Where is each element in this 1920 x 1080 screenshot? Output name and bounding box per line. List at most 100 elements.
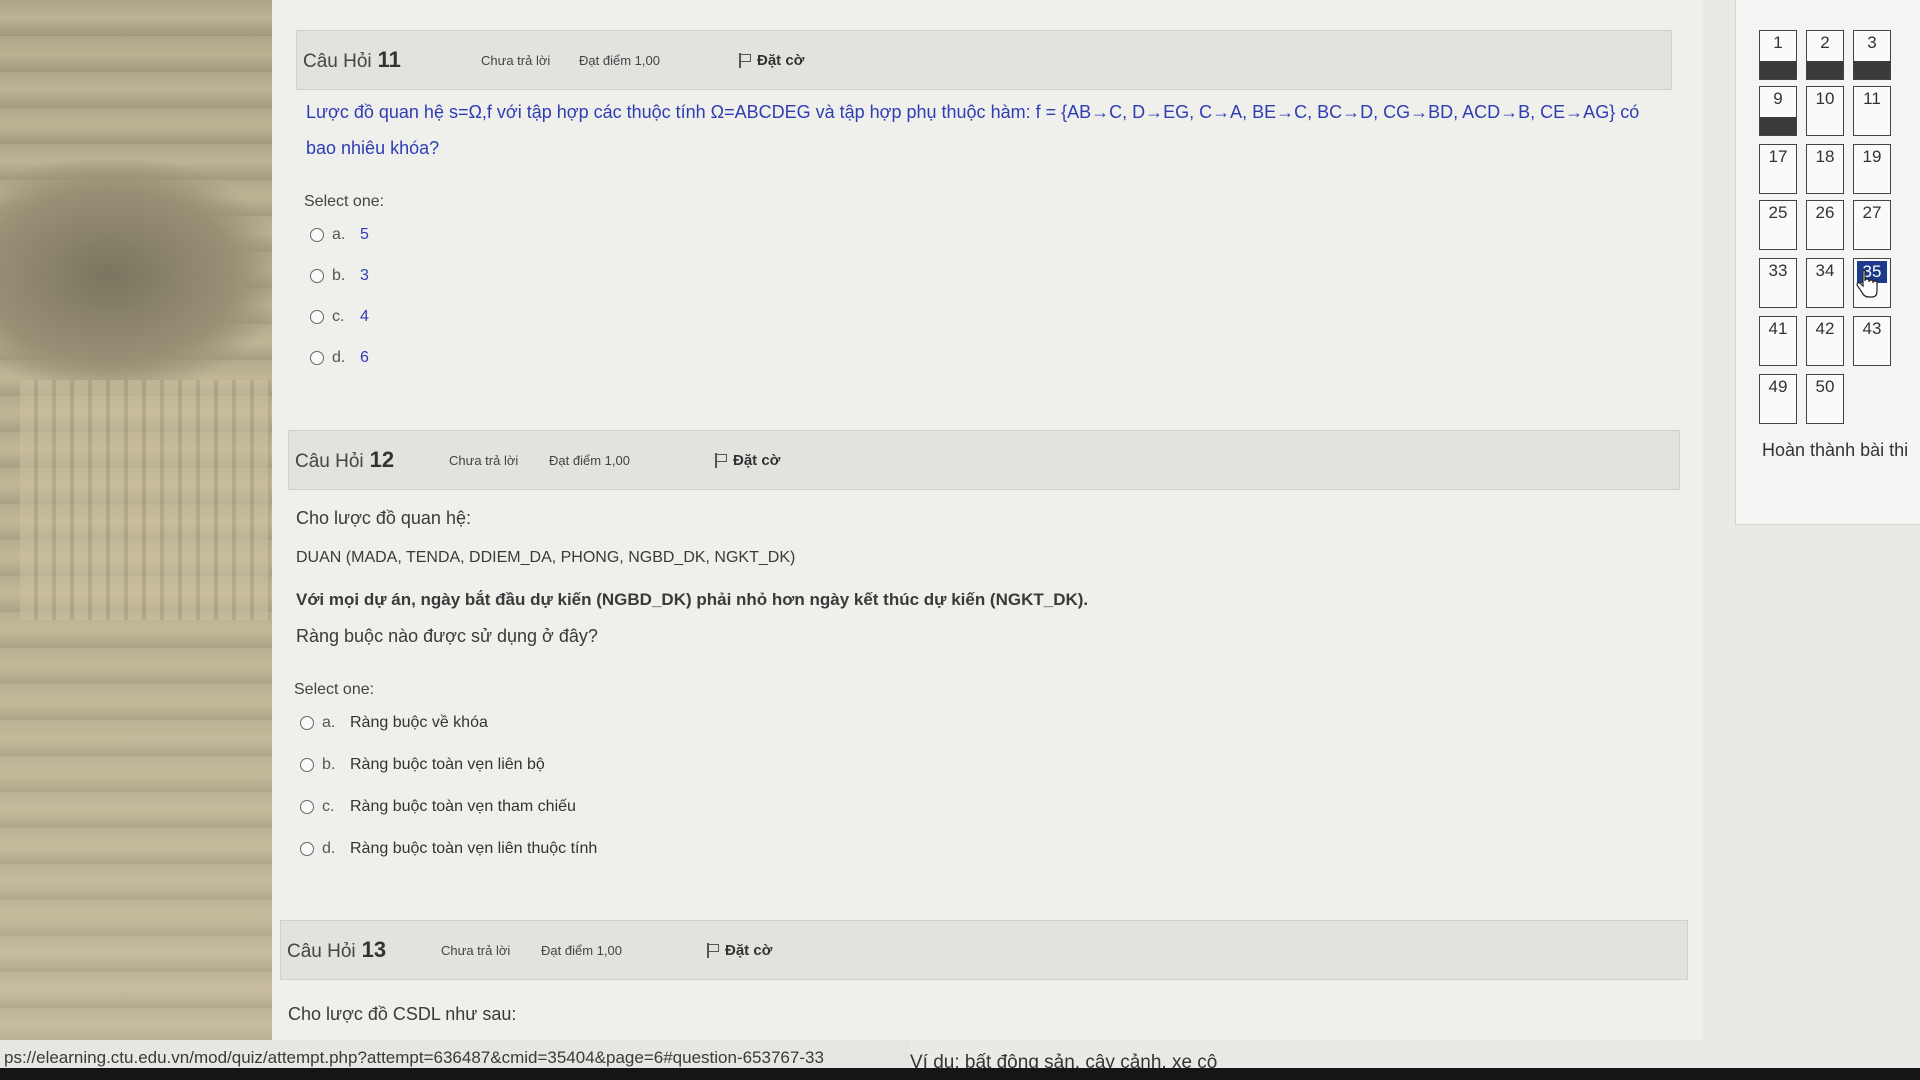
quiz-main-content: Câu Hỏi 11 Chưa trả lời Đạt điểm 1,00 Đặ… [272,0,1702,1040]
option-letter: c. [322,798,335,815]
question-12-intro: Cho lược đồ quan hệ: [296,508,471,528]
nav-question-number: 42 [1815,319,1835,338]
nav-question-10[interactable]: 10 [1806,86,1844,136]
question-status: Chưa trả lời [481,52,551,68]
flag-icon [737,52,751,68]
nav-question-number: 18 [1815,147,1835,166]
nav-question-number: 25 [1768,203,1788,222]
nav-question-number: 2 [1820,33,1830,52]
answered-indicator [1760,117,1796,135]
hand-cursor-icon [1856,270,1878,298]
radio-button[interactable] [300,716,314,730]
option-value: Ràng buộc toàn vẹn tham chiếu [350,798,576,815]
question-12-question: Ràng buộc nào được sử dụng ở đây? [296,626,598,646]
nav-question-1[interactable]: 1 [1759,30,1797,80]
nav-question-number: 11 [1863,89,1881,108]
radio-button[interactable] [310,228,324,242]
flag-question-button[interactable]: Đặt cờ [737,52,804,69]
answer-option-d[interactable]: d. 6 [310,349,369,367]
nav-question-43[interactable]: 43 [1853,316,1891,366]
answer-option-d[interactable]: d. Ràng buộc toàn vẹn liên thuộc tính [300,840,597,858]
select-one-label: Select one: [304,193,385,210]
option-value: 5 [360,226,369,243]
option-letter: d. [322,840,336,857]
question-11-text-line1: Lược đồ quan hệ s=Ω,f với tập hợp các th… [306,102,1640,122]
quiz-screen: Câu Hỏi 11 Chưa trả lời Đạt điểm 1,00 Đặ… [0,0,1920,1080]
answer-option-c[interactable]: c. 4 [310,308,369,326]
question-11-header: Câu Hỏi 11 Chưa trả lời Đạt điểm 1,00 Đặ… [296,30,1672,90]
option-letter: b. [322,756,336,773]
nav-question-9[interactable]: 9 [1759,86,1797,136]
background-tree [0,160,275,390]
question-12-header: Câu Hỏi 12 Chưa trả lời Đạt điểm 1,00 Đặ… [288,430,1680,490]
background-building [20,380,270,620]
nav-question-3[interactable]: 3 [1853,30,1891,80]
nav-question-27[interactable]: 27 [1853,200,1891,250]
nav-question-number: 41 [1768,319,1788,338]
question-status: Chưa trả lời [441,942,511,958]
question-12-title: Câu Hỏi 12 [295,447,394,473]
flag-label: Đặt cờ [733,451,781,469]
radio-button[interactable] [300,800,314,814]
question-grade: Đạt điểm 1,00 [541,942,622,958]
question-label: Câu Hỏi [303,51,372,72]
nav-question-11[interactable]: 11 [1853,86,1891,136]
nav-question-number: 49 [1768,377,1788,396]
answer-option-c[interactable]: c. Ràng buộc toàn vẹn tham chiếu [300,798,576,816]
flag-question-button[interactable]: Đặt cờ [705,942,772,959]
nav-question-42[interactable]: 42 [1806,316,1844,366]
answer-option-b[interactable]: b. 3 [310,267,369,285]
answered-indicator [1760,61,1796,79]
radio-button[interactable] [310,269,324,283]
option-letter: a. [332,226,346,243]
nav-question-49[interactable]: 49 [1759,374,1797,424]
question-number: 13 [361,937,387,962]
question-grade: Đạt điểm 1,00 [579,52,660,68]
answer-option-a[interactable]: a. 5 [310,226,369,244]
option-letter: c. [332,308,345,325]
flag-icon [705,942,719,958]
question-label: Câu Hỏi [295,451,364,472]
nav-question-25[interactable]: 25 [1759,200,1797,250]
flag-question-button[interactable]: Đặt cờ [713,452,780,469]
option-letter: d. [332,349,346,366]
nav-question-17[interactable]: 17 [1759,144,1797,194]
question-11-text-line2: bao nhiêu khóa? [306,138,440,158]
answer-option-a[interactable]: a. Ràng buộc về khóa [300,714,488,732]
question-status: Chưa trả lời [449,452,519,468]
nav-question-number: 50 [1815,377,1835,396]
nav-question-number: 33 [1768,261,1788,280]
nav-question-2[interactable]: 2 [1806,30,1844,80]
quiz-navigation-panel: 1 2 3 9 10 11 17 18 19 25 26 27 33 34 35 41 42 43 49 50 Hoà… [1735,0,1920,525]
nav-question-number: 26 [1815,203,1835,222]
screen-bezel [0,1068,1920,1080]
option-value: Ràng buộc toàn vẹn liên bộ [350,756,545,773]
nav-question-number: 43 [1862,319,1882,338]
answer-option-b[interactable]: b. Ràng buộc toàn vẹn liên bộ [300,756,545,774]
nav-question-34[interactable]: 34 [1806,258,1844,308]
radio-button[interactable] [300,758,314,772]
nav-question-18[interactable]: 18 [1806,144,1844,194]
nav-question-number: 9 [1773,89,1783,108]
question-number: 11 [377,47,401,72]
option-value: Ràng buộc về khóa [350,714,488,731]
nav-question-50[interactable]: 50 [1806,374,1844,424]
radio-button[interactable] [300,842,314,856]
nav-question-33[interactable]: 33 [1759,258,1797,308]
nav-question-26[interactable]: 26 [1806,200,1844,250]
option-letter: a. [322,714,336,731]
nav-question-number: 10 [1815,89,1835,108]
radio-button[interactable] [310,310,324,324]
option-letter: b. [332,267,346,284]
answered-indicator [1854,61,1890,79]
flag-icon [713,452,727,468]
radio-button[interactable] [310,351,324,365]
nav-question-41[interactable]: 41 [1759,316,1797,366]
nav-question-19[interactable]: 19 [1853,144,1891,194]
option-value: 4 [360,308,369,325]
option-value: Ràng buộc toàn vẹn liên thuộc tính [350,840,598,857]
finish-attempt-link[interactable]: Hoàn thành bài thi [1762,440,1908,461]
question-number: 12 [369,447,395,472]
flag-label: Đặt cờ [757,51,805,69]
question-12-constraint: Với mọi dự án, ngày bắt đầu dự kiến (NGB… [296,590,1089,609]
